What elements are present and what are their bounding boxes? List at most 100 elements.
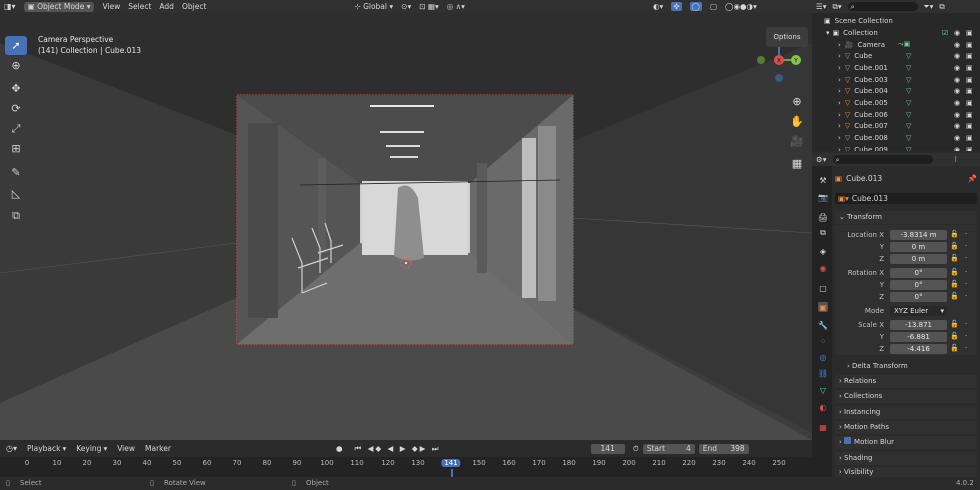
transform-tool-icon[interactable]: ⊞ (5, 139, 27, 158)
camera-render-icon[interactable]: ▣ (966, 134, 973, 142)
eye-icon[interactable]: ◉ (954, 87, 960, 95)
outliner-item[interactable]: › ▽ Cube ▽ ◉ ▣ (812, 51, 980, 62)
move-tool-icon[interactable]: ✥ (5, 79, 27, 98)
lock-icon[interactable]: 🔓 (950, 242, 959, 250)
menu-view[interactable]: View (102, 2, 120, 11)
constraints-tab-icon[interactable]: ⛓ (818, 368, 828, 378)
outliner-item[interactable]: › ▽ Cube.007 ▽ ◉ ▣ (812, 121, 980, 132)
visibility-panel[interactable]: › Visibility (835, 467, 977, 477)
expand-icon[interactable]: › (838, 64, 841, 72)
timeline[interactable]: ◷▾ Playback ▾ Keying ▾ View Marker ● ⏮ ◀◆ … (0, 440, 812, 477)
camera-render-icon[interactable]: ▣ (966, 111, 973, 119)
keyframe-dot-icon[interactable]: · (965, 332, 967, 340)
timeline-editor-icon[interactable]: ◷▾ (6, 444, 17, 453)
keyframe-dot-icon[interactable]: · (965, 320, 967, 328)
current-frame-field[interactable]: 141 (590, 443, 625, 454)
keyframe-dot-icon[interactable]: · (965, 280, 967, 288)
object-name-input[interactable]: Cube.013 (852, 194, 888, 203)
new-collection-icon[interactable]: ⧉ (939, 2, 944, 12)
stopwatch-icon[interactable]: ⏱ (633, 444, 639, 454)
material-tab-icon[interactable]: ◐ (818, 402, 828, 412)
lock-icon[interactable]: 🔓 (950, 230, 959, 238)
eye-icon[interactable]: ◉ (954, 99, 960, 107)
expand-icon[interactable]: › (838, 146, 841, 151)
record-icon[interactable]: ● (336, 444, 343, 453)
expand-icon[interactable]: › (838, 134, 841, 142)
lock-icon[interactable]: 🔓 (950, 268, 959, 276)
keyframe-dot-icon[interactable]: · (965, 292, 967, 300)
transform-panel-header[interactable]: ⌄ Transform (835, 211, 977, 224)
lock-icon[interactable]: 🔓 (950, 332, 959, 340)
outliner-editor-icon[interactable]: ☰▾ (816, 2, 827, 11)
texture-tab-icon[interactable]: ▦ (818, 422, 828, 432)
expand-icon[interactable]: › (838, 99, 841, 107)
playhead[interactable] (451, 469, 453, 477)
outliner-search-input[interactable]: ⌕ (847, 2, 918, 11)
lock-icon[interactable]: 🔓 (950, 344, 959, 352)
keyframe-dot-icon[interactable]: · (965, 254, 967, 262)
menu-add[interactable]: Add (159, 2, 174, 11)
camera-render-icon[interactable]: ▣ (966, 76, 973, 84)
eye-icon[interactable]: ◉ (954, 29, 960, 37)
select-tool-icon[interactable]: ➚ (5, 36, 27, 55)
rotation-z-field[interactable]: 0° (890, 292, 947, 302)
menu-playback[interactable]: Playback (27, 444, 60, 453)
outliner-item[interactable]: › ▽ Cube.003 ▽ ◉ ▣ (812, 74, 980, 85)
3d-viewport[interactable]: Camera Perspective (141) Collection | Cu… (0, 13, 812, 440)
pan-hand-icon[interactable]: ✋ (787, 111, 807, 131)
exclude-checkbox-icon[interactable]: ☑ (942, 29, 948, 37)
eye-icon[interactable]: ◉ (954, 76, 960, 84)
outliner-item[interactable]: › ▽ Cube.008 ▽ ◉ ▣ (812, 133, 980, 144)
end-frame-field[interactable]: End 398 (698, 443, 749, 454)
camera-render-icon[interactable]: ▣ (966, 87, 973, 95)
editor-type-icon[interactable]: ◨▾ (4, 2, 16, 11)
expand-icon[interactable]: › (838, 52, 841, 60)
pivot-icon[interactable]: ⊙▾ (401, 2, 411, 11)
measure-tool-icon[interactable]: ◺ (5, 184, 27, 203)
menu-select[interactable]: Select (128, 2, 151, 11)
shading-panel[interactable]: › Shading (835, 452, 977, 465)
rotation-mode-select[interactable]: XYZ Euler ▾ (890, 306, 947, 316)
outliner-item[interactable]: › ▽ Cube.005 ▽ ◉ ▣ (812, 98, 980, 109)
rotation-x-field[interactable]: 0° (890, 268, 947, 278)
camera-render-icon[interactable]: ▣ (966, 41, 973, 49)
eye-icon[interactable]: ◉ (954, 41, 960, 49)
lock-icon[interactable]: 🔓 (950, 320, 959, 328)
camera-render-icon[interactable]: ▣ (966, 29, 973, 37)
camera-render-icon[interactable]: ▣ (966, 146, 973, 151)
options-icon[interactable]: ⁝ (955, 155, 957, 164)
outliner-item[interactable]: › ▽ Cube.006 ▽ ◉ ▣ (812, 109, 980, 120)
object-name-field[interactable]: ▣▾ Cube.013 (835, 193, 977, 204)
location-y-field[interactable]: 0 m (890, 242, 947, 252)
annotate-tool-icon[interactable]: ✎ (5, 163, 27, 182)
pin-icon[interactable]: 📌 (968, 174, 977, 183)
relations-panel[interactable]: › Relations (835, 375, 977, 388)
eye-icon[interactable]: ◉ (954, 122, 960, 130)
outliner-view-icon[interactable]: ⧉▾ (833, 2, 842, 12)
properties-search-input[interactable]: ⌕ (832, 155, 933, 164)
keyframe-dot-icon[interactable]: · (965, 230, 967, 238)
shading-modes[interactable]: ◯◉●◑▾ (725, 2, 757, 11)
camera-render-icon[interactable]: ▣ (966, 122, 973, 130)
camera-render-icon[interactable]: ▣ (966, 99, 973, 107)
overlays-icon[interactable]: ◯ (689, 2, 702, 11)
expand-collection-icon[interactable]: ▾ (826, 29, 830, 37)
menu-marker[interactable]: Marker (145, 444, 171, 453)
collections-panel[interactable]: › Collections (835, 390, 977, 403)
eye-icon[interactable]: ◉ (954, 52, 960, 60)
motion-paths-panel[interactable]: › Motion Paths (835, 421, 977, 434)
gizmo-icon[interactable]: ✜ (671, 2, 682, 11)
keyframe-dot-icon[interactable]: · (965, 344, 967, 352)
scale-y-field[interactable]: -6.881 (890, 332, 947, 342)
proportional-edit-icon[interactable]: ◎ ∧▾ (447, 2, 465, 11)
camera-view-icon[interactable]: 🎥 (787, 131, 807, 151)
camera-render-icon[interactable]: ▣ (966, 64, 973, 72)
render-tab-icon[interactable]: 📷 (818, 192, 828, 202)
rotation-y-field[interactable]: 0° (890, 280, 947, 290)
visibility-icon[interactable]: ◐▾ (653, 2, 663, 11)
eye-icon[interactable]: ◉ (954, 146, 960, 151)
scale-z-field[interactable]: -4.416 (890, 344, 947, 354)
playback-controls[interactable]: ⏮ ◀◆ ◀ ▶ ◆▶ ⏭ (355, 444, 441, 454)
filter-icon[interactable]: ⏷▾ (924, 2, 934, 12)
eye-icon[interactable]: ◉ (954, 134, 960, 142)
